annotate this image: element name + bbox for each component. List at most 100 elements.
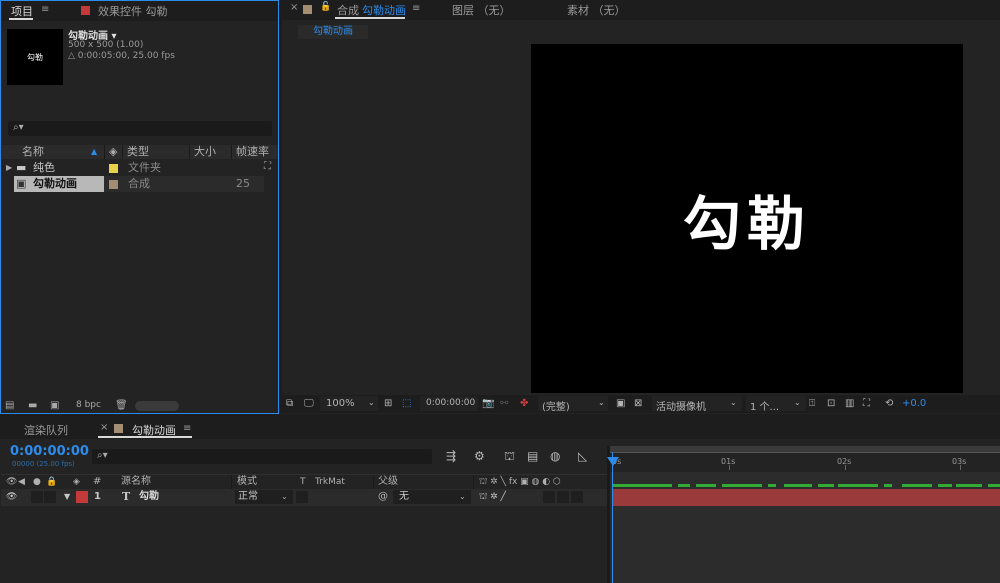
playhead-handle[interactable] (607, 457, 619, 466)
tab-composition-active[interactable]: 勾勒动画 (362, 2, 406, 18)
mask-visibility-icon[interactable]: ⬚ (402, 398, 411, 409)
composition-canvas[interactable]: 勾勒 (531, 44, 963, 393)
graph-editor-icon[interactable]: ◺ (578, 449, 587, 463)
current-time-display[interactable]: 0:00:00:00 (10, 444, 89, 459)
cache-segment (988, 484, 1000, 487)
exposure-value[interactable]: +0.0 (902, 398, 926, 409)
cache-segment (768, 484, 776, 487)
item-name: 勾勒动画 (33, 177, 77, 190)
project-search-input[interactable]: ⌕▾ (8, 121, 272, 136)
layer-visibility-icon[interactable]: 👁 (6, 490, 17, 504)
canvas-text-layer[interactable]: 勾勒 (683, 177, 811, 261)
panel-menu-icon[interactable]: ≡ (41, 4, 49, 15)
timeline-icon[interactable]: ▥ (845, 398, 854, 409)
ruler-tick (845, 465, 846, 470)
trash-icon[interactable]: 🗑 (115, 400, 128, 411)
preserve-transparency-toggle[interactable] (296, 491, 308, 503)
tab-layer[interactable]: 图层 （无） (452, 2, 511, 18)
monitor-icon[interactable]: 🖵 (304, 398, 314, 409)
sort-ascending-icon[interactable]: ▲ (91, 145, 97, 159)
panel-menu-icon[interactable]: ≡ (183, 423, 191, 434)
audio-icon[interactable]: ◀ (18, 475, 25, 489)
switch-toggle[interactable] (571, 491, 583, 503)
bit-depth-button[interactable]: 8 bpc (76, 400, 101, 410)
close-icon[interactable]: × (100, 422, 108, 433)
layer-name[interactable]: 勾勒 (139, 490, 159, 504)
resolution-value: (完整) (542, 402, 570, 413)
draft-3d-icon[interactable]: ⚙ (474, 449, 485, 463)
exposure-reset-icon[interactable]: ⟲ (885, 398, 893, 409)
grid-icon[interactable]: ⊞ (384, 398, 392, 409)
transparency-grid-icon[interactable]: ⊠ (634, 398, 642, 409)
toggle-pixel-aspect-icon[interactable]: ⍐ (809, 398, 815, 409)
region-of-interest-icon[interactable]: ▣ (616, 398, 625, 409)
camera-snapshot-icon[interactable]: 📷 (482, 398, 494, 409)
zoom-value: 100% (326, 398, 355, 409)
chevron-down-icon: ⌄ (598, 398, 605, 407)
lock-icon[interactable]: 🔓 (320, 2, 331, 12)
composition-icon: ▣ (16, 177, 27, 190)
flowchart-icon[interactable]: ⛶ (863, 398, 870, 409)
lock-icon[interactable]: 🔒 (46, 475, 57, 489)
shy-layers-icon[interactable]: ⛫ (504, 449, 515, 465)
label-swatch[interactable] (109, 164, 118, 173)
show-snapshot-icon[interactable]: ⚯ (500, 398, 508, 409)
pick-whip-icon[interactable]: @ (378, 490, 388, 504)
video-eye-icon[interactable]: 👁 (6, 475, 17, 489)
interpret-footage-icon[interactable]: ▤ (5, 400, 14, 411)
cache-segment (678, 484, 690, 487)
render-cache-indicator (612, 484, 1000, 487)
column-name[interactable]: 名称 (22, 145, 44, 159)
switch-toggle[interactable] (543, 491, 555, 503)
list-item[interactable]: ▶ ▬ 纯色 文件夹 (2, 160, 278, 176)
switches-header-icons[interactable]: ⛫ ✲ ╲ fx ▣ ◍ ◐ ⬡ (479, 475, 561, 489)
blend-mode-value: 正常 (238, 491, 258, 502)
camera-value: 活动摄像机 (656, 402, 706, 413)
thumbnail-size-slider[interactable] (135, 401, 179, 411)
expand-arrow-icon[interactable]: ▼ (64, 490, 70, 504)
motion-blur-icon[interactable]: ◍ (550, 449, 560, 463)
column-source-name[interactable]: 源名称 (121, 475, 151, 489)
always-preview-icon[interactable]: ⧉ (286, 398, 293, 409)
solo-icon[interactable]: ● (33, 475, 41, 489)
new-composition-icon[interactable]: ▣ (50, 400, 59, 411)
new-folder-icon[interactable]: ▬ (28, 400, 37, 411)
label-tag-icon[interactable]: ◈ (73, 475, 80, 489)
tab-render-queue[interactable]: 渲染队列 (24, 422, 68, 438)
column-mode[interactable]: 模式 (237, 475, 257, 489)
column-type[interactable]: 类型 (127, 145, 149, 159)
layer-switches-icons[interactable]: ⛫ ✲ ╱ (479, 490, 506, 504)
close-icon[interactable]: × (290, 2, 298, 13)
frame-blending-icon[interactable]: ▤ (527, 449, 538, 463)
label-tag-icon[interactable]: ◈ (109, 145, 117, 159)
switch-toggle[interactable] (557, 491, 569, 503)
color-channels-icon[interactable]: ✤ (520, 398, 528, 409)
column-trkmat[interactable]: TrkMat (315, 475, 345, 489)
layer-duration-bar[interactable] (612, 489, 1000, 506)
expand-arrow-icon[interactable]: ▶ (6, 160, 12, 176)
timeline-search-input[interactable]: ⌕▾ (92, 449, 432, 464)
comp-label-swatch (303, 5, 312, 14)
chevron-down-icon: ⌄ (794, 398, 801, 407)
lock-toggle[interactable] (44, 491, 56, 503)
comp-thumbnail: 勾勒 (7, 29, 63, 85)
tab-footage[interactable]: 素材 （无） (567, 2, 626, 18)
tab-composition-prefix[interactable]: 合成 (337, 2, 359, 18)
column-fps[interactable]: 帧速率 (236, 145, 269, 159)
comp-mini-flowchart-icon[interactable]: ⇶ (446, 449, 456, 463)
layer-label-swatch[interactable] (76, 491, 88, 503)
frame-count-display: 00000 (25.00 fps) (12, 460, 75, 468)
viewer-timecode: 0:00:00:00 (426, 398, 476, 408)
tab-effect-controls[interactable]: 效果控件 勾勒 (98, 3, 168, 19)
list-item[interactable]: ▣ 勾勒动画 合成 25 (2, 176, 278, 192)
fast-preview-icon[interactable]: ⊡ (827, 398, 835, 409)
layer-row[interactable]: 👁 ▼ 1 T 勾勒 正常 ⌄ @ 无 ⌄ ⛫ ✲ ╱ (1, 489, 607, 506)
solo-toggle[interactable] (31, 491, 43, 503)
tab-project[interactable]: 项目 (11, 3, 33, 19)
comp-flowchart-tab[interactable]: 勾勒动画 (298, 25, 368, 39)
panel-menu-icon[interactable]: ≡ (412, 3, 420, 14)
label-swatch[interactable] (109, 180, 118, 189)
column-size[interactable]: 大小 (194, 145, 216, 159)
column-parent[interactable]: 父级 (378, 475, 398, 489)
work-area-bar[interactable] (610, 446, 1000, 453)
